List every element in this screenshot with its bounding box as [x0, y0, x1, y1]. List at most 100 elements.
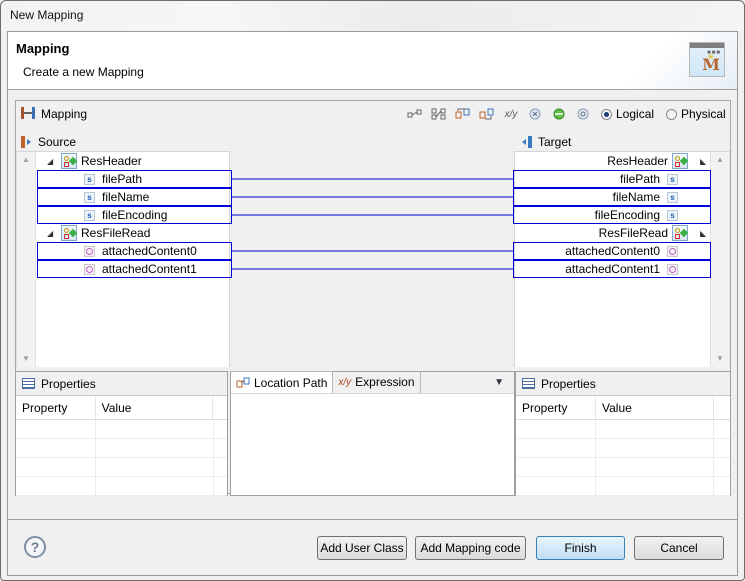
target-label: Target	[538, 135, 572, 149]
properties-table[interactable]: Property Value	[16, 396, 227, 496]
wizard-description: Create a new Mapping	[23, 65, 144, 79]
target-scrollbar[interactable]: ▲ ▼	[710, 152, 730, 367]
radio-physical[interactable]: Physical	[666, 107, 726, 121]
source-node-attachedcontent0[interactable]: attachedContent0	[37, 242, 232, 260]
radio-logical-indicator[interactable]	[601, 108, 612, 120]
wizard-title: Mapping	[16, 41, 70, 56]
column-property[interactable]: Property	[16, 396, 96, 419]
mapping-wizard-icon: ■■■ ✳ M	[689, 42, 725, 77]
source-node-filename[interactable]: s fileName	[37, 188, 232, 206]
connect-all-icon[interactable]	[427, 104, 451, 124]
scroll-up-icon[interactable]: ▲	[716, 155, 724, 164]
object-icon	[84, 245, 95, 257]
table-row	[16, 420, 227, 439]
source-label: Source	[38, 135, 77, 149]
group-icon	[672, 153, 689, 169]
group-icon	[61, 153, 78, 169]
string-icon: s	[84, 191, 95, 203]
mapping-icon	[21, 107, 35, 119]
source-node-fileencoding[interactable]: s fileEncoding	[37, 206, 232, 224]
finish-button[interactable]: Finish	[536, 536, 625, 560]
properties-table[interactable]: Property Value	[516, 396, 730, 496]
target-icon	[522, 136, 532, 148]
button-bar-divider	[8, 519, 737, 520]
object-icon	[667, 263, 678, 275]
string-icon: s	[667, 191, 678, 203]
properties-icon	[22, 378, 35, 389]
dialog-client: Mapping Create a new Mapping ■■■ ✳ M Mappi…	[7, 31, 738, 576]
source-node-resheader[interactable]: ◢ ResHeader	[37, 152, 230, 170]
target-node-fileencoding[interactable]: fileEncoding s	[513, 206, 711, 224]
collapse-icon[interactable]: ◣	[700, 157, 710, 166]
table-row	[516, 477, 730, 496]
tab-location-path[interactable]: Location Path	[231, 371, 334, 393]
map-left-icon[interactable]	[451, 104, 475, 124]
radio-logical[interactable]: Logical	[601, 107, 654, 121]
mapping-tools: x/y Logical Physical	[403, 104, 726, 124]
new-mapping-dialog: New Mapping Mapping Create a new Mapping…	[0, 0, 745, 581]
table-row	[16, 439, 227, 458]
collapse-icon[interactable]: ◢	[47, 157, 57, 166]
mapping-panel: Mapping x/y Logical Physical Source Targ…	[15, 100, 731, 496]
source-tree[interactable]: ▲ ▼ ◢ ResHeader s filePath s fileName s …	[16, 151, 232, 367]
target-tree[interactable]: ▲ ▼ ResHeader ◣ filePath s fileName s fi…	[513, 151, 730, 367]
settings-icon[interactable]	[571, 104, 595, 124]
table-row	[516, 439, 730, 458]
string-icon: s	[84, 173, 95, 185]
expression-icon[interactable]: x/y	[499, 104, 523, 124]
properties-title: Properties	[541, 376, 596, 391]
table-row	[16, 458, 227, 477]
column-value[interactable]: Value	[96, 396, 214, 419]
target-node-attachedcontent1[interactable]: attachedContent1	[513, 260, 711, 278]
source-scrollbar[interactable]: ▲ ▼	[16, 152, 36, 367]
target-node-filepath[interactable]: filePath s	[513, 170, 711, 188]
string-icon: s	[667, 209, 678, 221]
properties-title: Properties	[41, 376, 96, 391]
collapse-icon[interactable]: ◢	[47, 229, 57, 238]
add-user-class-button[interactable]: Add User Class	[317, 536, 407, 560]
table-row	[516, 458, 730, 477]
radio-logical-label: Logical	[616, 107, 655, 121]
string-icon: s	[84, 209, 95, 221]
cancel-button[interactable]: Cancel	[634, 536, 724, 560]
source-properties-panel: Properties Property Value	[15, 371, 228, 496]
view-menu-icon[interactable]: ▼	[494, 377, 504, 388]
source-node-attachedcontent1[interactable]: attachedContent1	[37, 260, 232, 278]
table-row	[516, 420, 730, 439]
source-icon	[21, 136, 31, 148]
target-node-resheader[interactable]: ResHeader ◣	[515, 152, 710, 170]
object-icon	[84, 263, 95, 275]
target-properties-panel: Properties Property Value	[515, 371, 731, 496]
scroll-up-icon[interactable]: ▲	[22, 155, 30, 164]
object-icon	[667, 245, 678, 257]
group-icon	[61, 225, 78, 241]
group-icon	[672, 225, 689, 241]
expression-tabs-panel: Location Path x/y Expression ▼	[230, 371, 515, 496]
scroll-down-icon[interactable]: ▼	[22, 354, 30, 363]
help-icon[interactable]: ?	[24, 536, 46, 558]
window-title: New Mapping	[10, 8, 84, 22]
source-node-filepath[interactable]: s filePath	[37, 170, 232, 188]
source-node-resfileread[interactable]: ◢ ResFileRead	[37, 224, 230, 242]
add-mapping-code-button[interactable]: Add Mapping code	[415, 536, 526, 560]
connect-icon[interactable]	[403, 104, 427, 124]
tab-expression[interactable]: x/y Expression	[333, 371, 421, 393]
mapping-toolbar: Mapping x/y Logical Physical	[16, 101, 730, 127]
radio-physical-indicator[interactable]	[666, 108, 678, 120]
scroll-down-icon[interactable]: ▼	[716, 354, 724, 363]
target-node-resfileread[interactable]: ResFileRead ◣	[515, 224, 710, 242]
collapse-icon[interactable]: ◣	[700, 229, 710, 238]
title-bar: New Mapping	[1, 1, 744, 31]
map-right-icon[interactable]	[475, 104, 499, 124]
column-property[interactable]: Property	[516, 396, 596, 419]
mapping-panel-title: Mapping	[41, 107, 88, 121]
target-node-filename[interactable]: fileName s	[513, 188, 711, 206]
ok-icon[interactable]	[547, 104, 571, 124]
clear-icon[interactable]	[523, 104, 547, 124]
string-icon: s	[667, 173, 678, 185]
target-node-attachedcontent0[interactable]: attachedContent0	[513, 242, 711, 260]
radio-physical-label: Physical	[681, 107, 726, 121]
expression-icon: x/y	[338, 376, 352, 388]
location-path-icon	[236, 377, 250, 387]
column-value[interactable]: Value	[596, 396, 714, 419]
